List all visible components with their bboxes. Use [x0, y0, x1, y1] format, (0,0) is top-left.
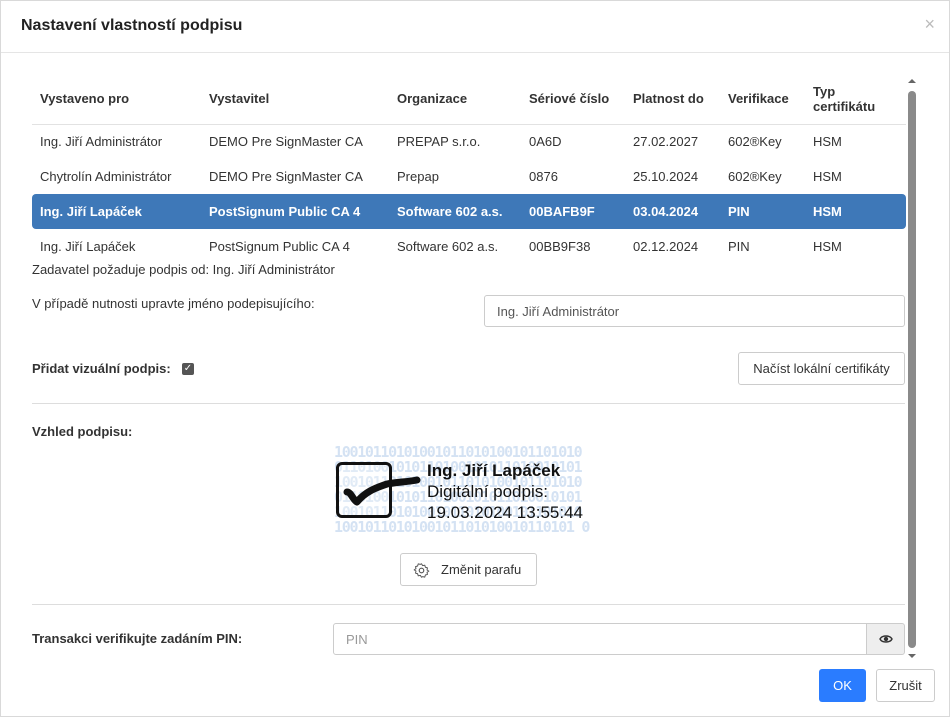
cell-issued-to: Ing. Jiří Administrátor	[40, 134, 163, 150]
signature-timestamp: 19.03.2024 13:55:44	[427, 503, 583, 522]
column-header-verification[interactable]: Verifikace	[720, 74, 805, 125]
cell-cert-type: HSM	[813, 134, 842, 150]
signature-checkmark-icon	[336, 462, 421, 518]
header-typ-line1: Typ	[813, 83, 836, 99]
close-icon[interactable]: ×	[924, 15, 935, 33]
cell-organization: Prepap	[397, 169, 439, 184]
visual-signature-label: Přidat vizuální podpis:	[32, 361, 171, 376]
cell-cert-type: HSM	[813, 239, 842, 254]
divider	[32, 403, 905, 404]
cell-organization: Software 602 a.s.	[397, 239, 499, 254]
cell-organization: PREPAP s.r.o.	[397, 134, 481, 150]
scrollbar-thumb[interactable]	[908, 91, 916, 648]
table-row[interactable]: Ing. Jiří Administrátor DEMO Pre SignMast…	[32, 124, 906, 159]
cell-organization: Software 602 a.s.	[389, 194, 521, 229]
table-row[interactable]: Ing. Jiří Lapáček PostSignum Public CA 4S…	[32, 194, 906, 229]
dialog-header: Nastavení vlastností podpisu ×	[1, 1, 949, 53]
scroll-up-arrow-icon[interactable]	[906, 75, 918, 87]
column-header-issued-to[interactable]: Vystaveno pro	[32, 74, 201, 125]
cell-issuer: PostSignum Public CA 4	[209, 239, 350, 254]
signature-caption: Digitální podpis:	[427, 482, 548, 501]
gear-icon	[413, 563, 430, 578]
rename-label: V případě nutnosti upravte jméno podepis…	[32, 296, 315, 311]
requester-info: Zadavatel požaduje podpis od: Ing. Jiří …	[32, 262, 335, 277]
eye-icon	[879, 635, 893, 643]
cell-issued-to: Chytrolín Administrátor	[40, 169, 172, 184]
dialog-title: Nastavení vlastností podpisu	[21, 17, 243, 34]
cell-issuer: DEMO Pre SignMaster CA	[209, 169, 363, 184]
pin-label: Transakci verifikujte zadáním PIN:	[32, 631, 243, 646]
cell-serial: 0876	[529, 169, 558, 184]
cell-cert-type: HSM	[805, 194, 906, 229]
ok-button[interactable]: OK	[819, 669, 866, 702]
cell-valid-until: 27.02.2027	[633, 134, 699, 150]
cell-issuer: DEMO Pre SignMaster CA	[209, 134, 363, 150]
cell-serial: 00BAFB9F	[521, 194, 625, 229]
cell-cert-type: HSM	[813, 169, 842, 184]
signer-name-input[interactable]	[484, 295, 905, 327]
cancel-button[interactable]: Zrušit	[876, 669, 935, 702]
cell-verification: 602®Key	[728, 169, 782, 184]
show-pin-button[interactable]	[866, 623, 905, 655]
signature-properties-dialog: Nastavení vlastností podpisu × Vystaveno…	[0, 0, 950, 717]
cell-serial: 0A6D	[529, 134, 562, 150]
change-initials-label: Změnit parafu	[441, 562, 522, 577]
cell-serial: 00BB9F38	[529, 239, 591, 254]
cell-issued-to: Ing. Jiří Lapáček	[40, 239, 136, 254]
table-row[interactable]: Chytrolín Administrátor DEMO Pre SignMast…	[32, 159, 906, 194]
cell-issuer: PostSignum Public CA 4	[201, 194, 389, 229]
dialog-body: Vystaveno pro Vystavitel Organizace Séri…	[1, 54, 949, 664]
table-header-row: Vystaveno pro Vystavitel Organizace Séri…	[32, 74, 906, 125]
cell-verification: PIN	[728, 239, 750, 254]
header-typ-line2: certifikátu	[813, 98, 876, 114]
column-header-cert-type[interactable]: Typ certifikátu	[805, 74, 906, 125]
divider	[32, 604, 905, 605]
signature-preview: 10010110101001011010100101101010 0110100…	[334, 445, 606, 535]
load-local-certificates-button[interactable]: Načíst lokální certifikáty	[738, 352, 905, 385]
signature-name: Ing. Jiří Lapáček	[427, 461, 561, 480]
cell-issued-to: Ing. Jiří Lapáček	[32, 194, 201, 229]
table-row[interactable]: Ing. Jiří Lapáček PostSignum Public CA 4 S…	[32, 229, 906, 264]
change-initials-button[interactable]: Změnit parafu	[400, 553, 537, 586]
cell-verification: 602®Key	[728, 134, 782, 150]
cell-valid-until: 03.04.2024	[625, 194, 720, 229]
scroll-down-arrow-icon[interactable]	[906, 650, 918, 662]
column-header-organization[interactable]: Organizace	[389, 74, 521, 125]
column-header-serial[interactable]: Sériové číslo	[521, 74, 625, 125]
cell-verification: PIN	[720, 194, 805, 229]
pin-input[interactable]	[333, 623, 867, 655]
column-header-issuer[interactable]: Vystavitel	[201, 74, 389, 125]
visual-signature-checkbox[interactable]: ✓	[182, 363, 194, 375]
cell-valid-until: 02.12.2024	[633, 239, 699, 254]
signature-appearance-label: Vzhled podpisu:	[32, 424, 133, 439]
certificate-table: Vystaveno pro Vystavitel Organizace Séri…	[32, 74, 906, 264]
cell-valid-until: 25.10.2024	[633, 169, 699, 184]
column-header-valid-until[interactable]: Platnost do	[625, 74, 720, 125]
